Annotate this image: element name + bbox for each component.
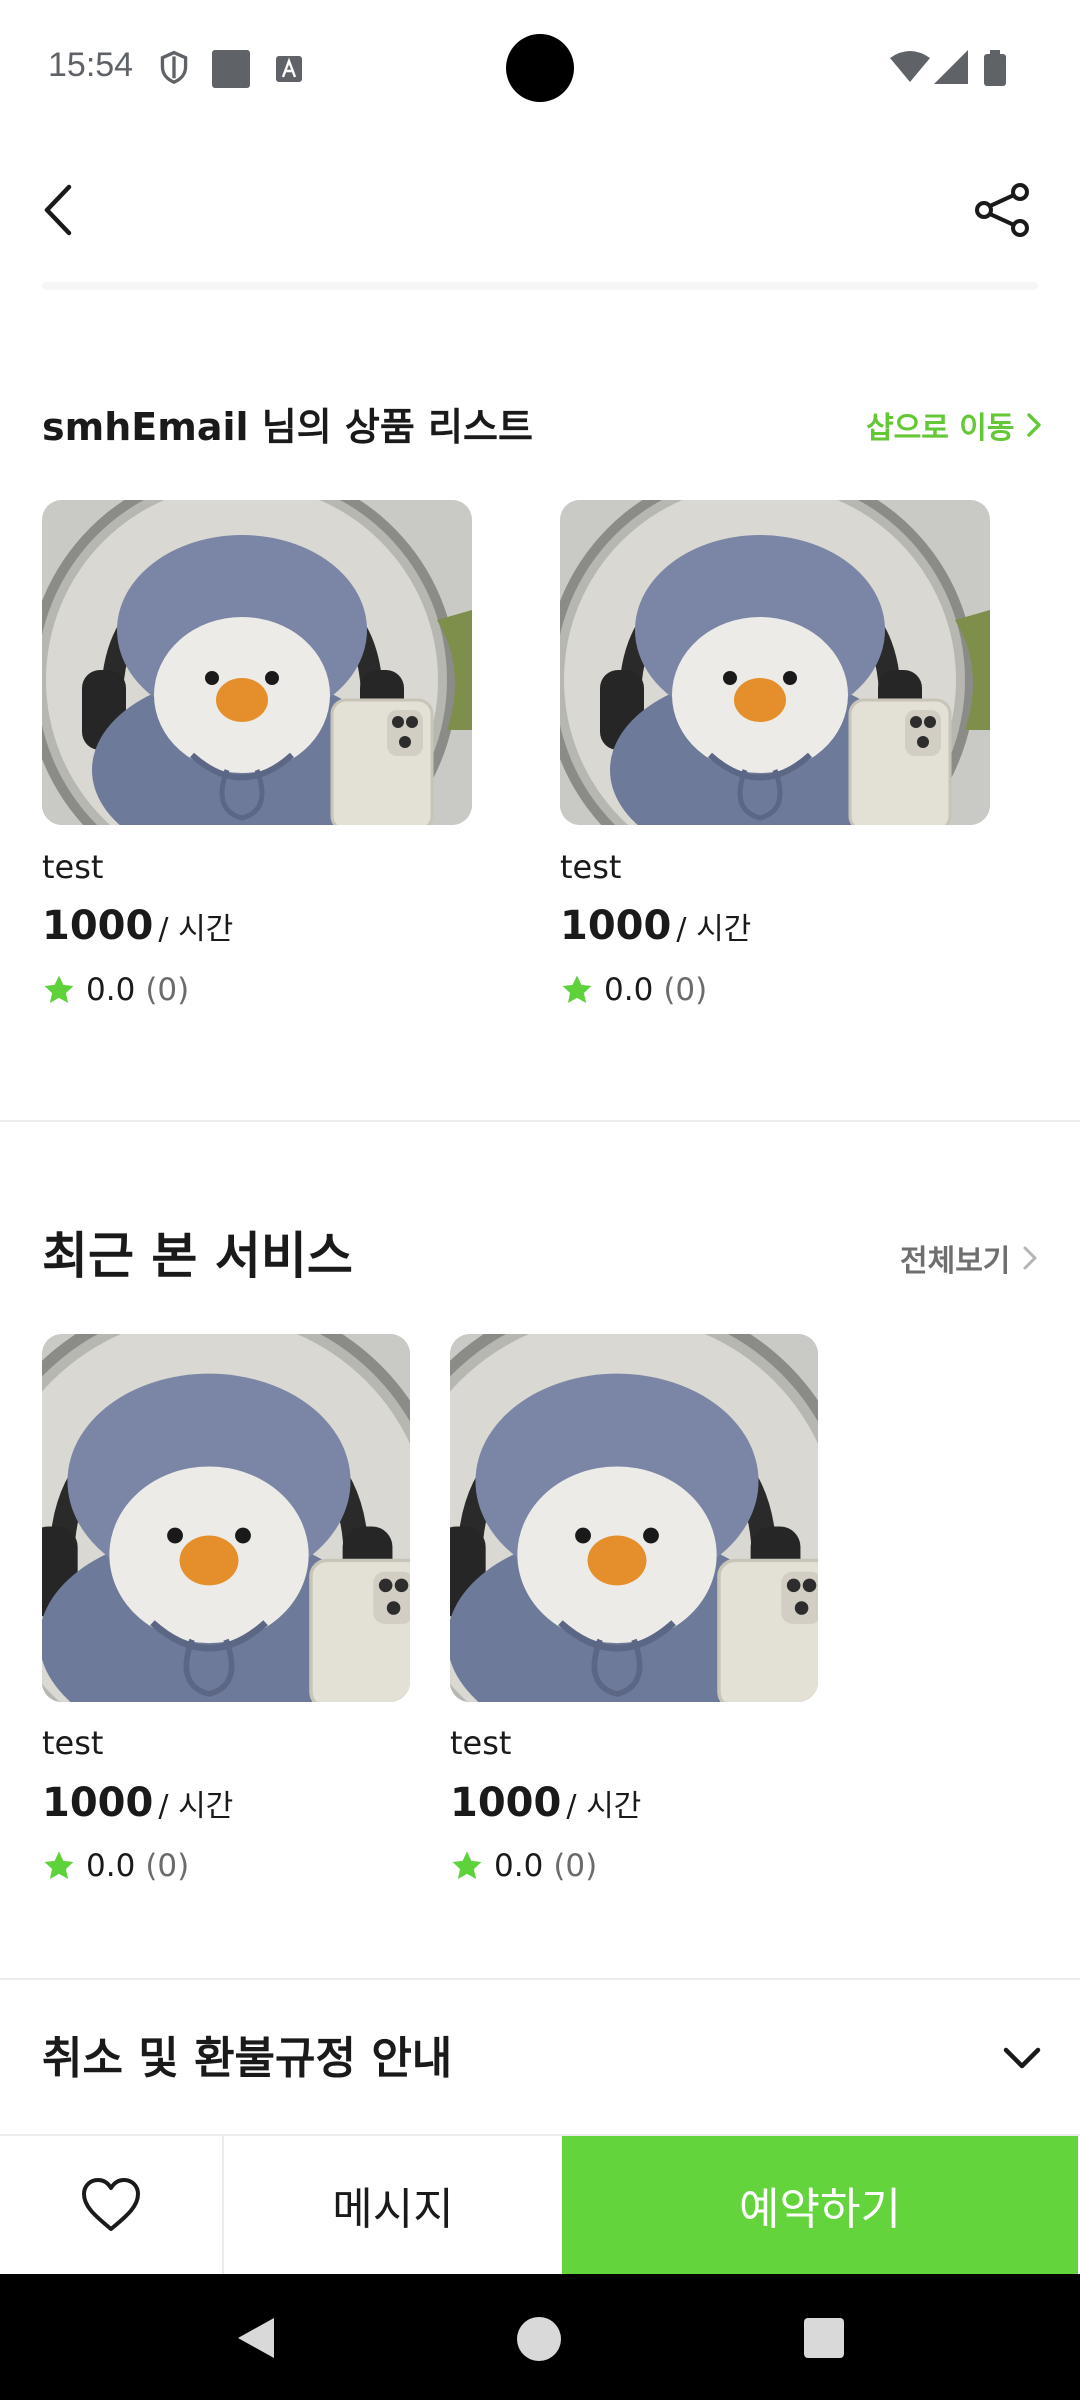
product-name: test <box>450 1724 512 1762</box>
product-name: test <box>560 848 622 886</box>
share-button[interactable] <box>964 174 1040 246</box>
text-a-icon <box>276 56 302 86</box>
shop-section-title: smhEmail 님의 상품 리스트 <box>42 405 533 449</box>
review-count: (0) <box>145 1848 190 1884</box>
review-count: (0) <box>663 972 708 1008</box>
heart-icon <box>82 2178 140 2231</box>
price-value: 1000 <box>450 1780 562 1826</box>
chevron-right-icon <box>1023 1246 1037 1270</box>
top-divider <box>42 282 1038 290</box>
price-unit: / 시간 <box>676 912 752 947</box>
product-rating: 0.0 (0) <box>560 972 707 1008</box>
nav-back-icon[interactable] <box>236 2316 276 2360</box>
signal-icon <box>934 50 968 88</box>
notification-square-icon <box>212 50 250 92</box>
share-icon <box>975 183 1029 237</box>
go-to-shop-label: 샵으로 이동 <box>866 411 1015 446</box>
review-count: (0) <box>553 1848 598 1884</box>
product-rating: 0.0 (0) <box>450 1848 597 1884</box>
product-name: test <box>42 848 104 886</box>
price-value: 1000 <box>42 1780 154 1826</box>
back-button[interactable] <box>28 180 88 240</box>
price-unit: / 시간 <box>566 1789 642 1824</box>
price-unit: / 시간 <box>158 1789 234 1824</box>
star-icon <box>42 973 76 1007</box>
message-button[interactable]: 메시지 <box>226 2136 560 2274</box>
product-rating: 0.0 (0) <box>42 1848 189 1884</box>
product-thumbnail <box>42 500 472 825</box>
rating-value: 0.0 <box>86 1848 136 1884</box>
status-time: 15:54 <box>48 46 134 84</box>
rating-value: 0.0 <box>494 1848 544 1884</box>
refund-policy-title: 취소 및 환불규정 안내 <box>42 2033 453 2084</box>
recent-section-title: 최근 본 서비스 <box>42 1227 353 1285</box>
price-value: 1000 <box>560 903 672 949</box>
shop-product-card-1[interactable]: test 1000 / 시간 0.0 (0) <box>42 500 472 1030</box>
recent-product-card-1[interactable]: test 1000 / 시간 0.0 (0) <box>42 1334 410 1894</box>
price-unit: / 시간 <box>158 912 234 947</box>
wishlist-button[interactable] <box>0 2136 224 2274</box>
rating-value: 0.0 <box>86 972 136 1008</box>
top-app-bar <box>0 160 1080 260</box>
refund-policy-row[interactable]: 취소 및 환불규정 안내 <box>0 1980 1080 2130</box>
review-count: (0) <box>145 972 190 1008</box>
shop-product-card-2[interactable]: test 1000 / 시간 0.0 (0) <box>560 500 990 1030</box>
star-icon <box>42 1849 76 1883</box>
product-rating: 0.0 (0) <box>42 972 189 1008</box>
shield-icon <box>158 50 190 90</box>
product-price: 1000 / 시간 <box>42 903 233 949</box>
rating-value: 0.0 <box>604 972 654 1008</box>
wifi-icon <box>890 50 930 88</box>
product-thumbnail <box>450 1334 818 1702</box>
product-thumbnail <box>560 500 990 825</box>
system-nav-bar <box>0 2274 1080 2400</box>
view-all-label: 전체보기 <box>900 1244 1011 1279</box>
battery-icon <box>984 50 1006 90</box>
view-all-link[interactable]: 전체보기 <box>900 1236 1038 1280</box>
bottom-action-bar: 메시지 예약하기 <box>0 2134 1080 2274</box>
reserve-button[interactable]: 예약하기 <box>562 2136 1078 2274</box>
product-price: 1000 / 시간 <box>560 903 751 949</box>
nav-recents-icon[interactable] <box>804 2318 844 2358</box>
chevron-left-icon <box>44 184 72 236</box>
product-price: 1000 / 시간 <box>450 1780 641 1826</box>
product-name: test <box>42 1724 104 1762</box>
nav-home-icon[interactable] <box>516 2316 562 2362</box>
recent-product-card-2[interactable]: test 1000 / 시간 0.0 (0) <box>450 1334 818 1894</box>
star-icon <box>450 1849 484 1883</box>
price-value: 1000 <box>42 903 154 949</box>
chevron-right-icon <box>1027 413 1042 437</box>
camera-cutout <box>506 34 574 102</box>
section-divider <box>0 1120 1080 1122</box>
go-to-shop-link[interactable]: 샵으로 이동 <box>866 403 1042 447</box>
chevron-down-icon <box>1003 2047 1041 2069</box>
product-thumbnail <box>42 1334 410 1702</box>
star-icon <box>560 973 594 1007</box>
status-bar: 15:54 <box>0 0 1080 140</box>
product-price: 1000 / 시간 <box>42 1780 233 1826</box>
